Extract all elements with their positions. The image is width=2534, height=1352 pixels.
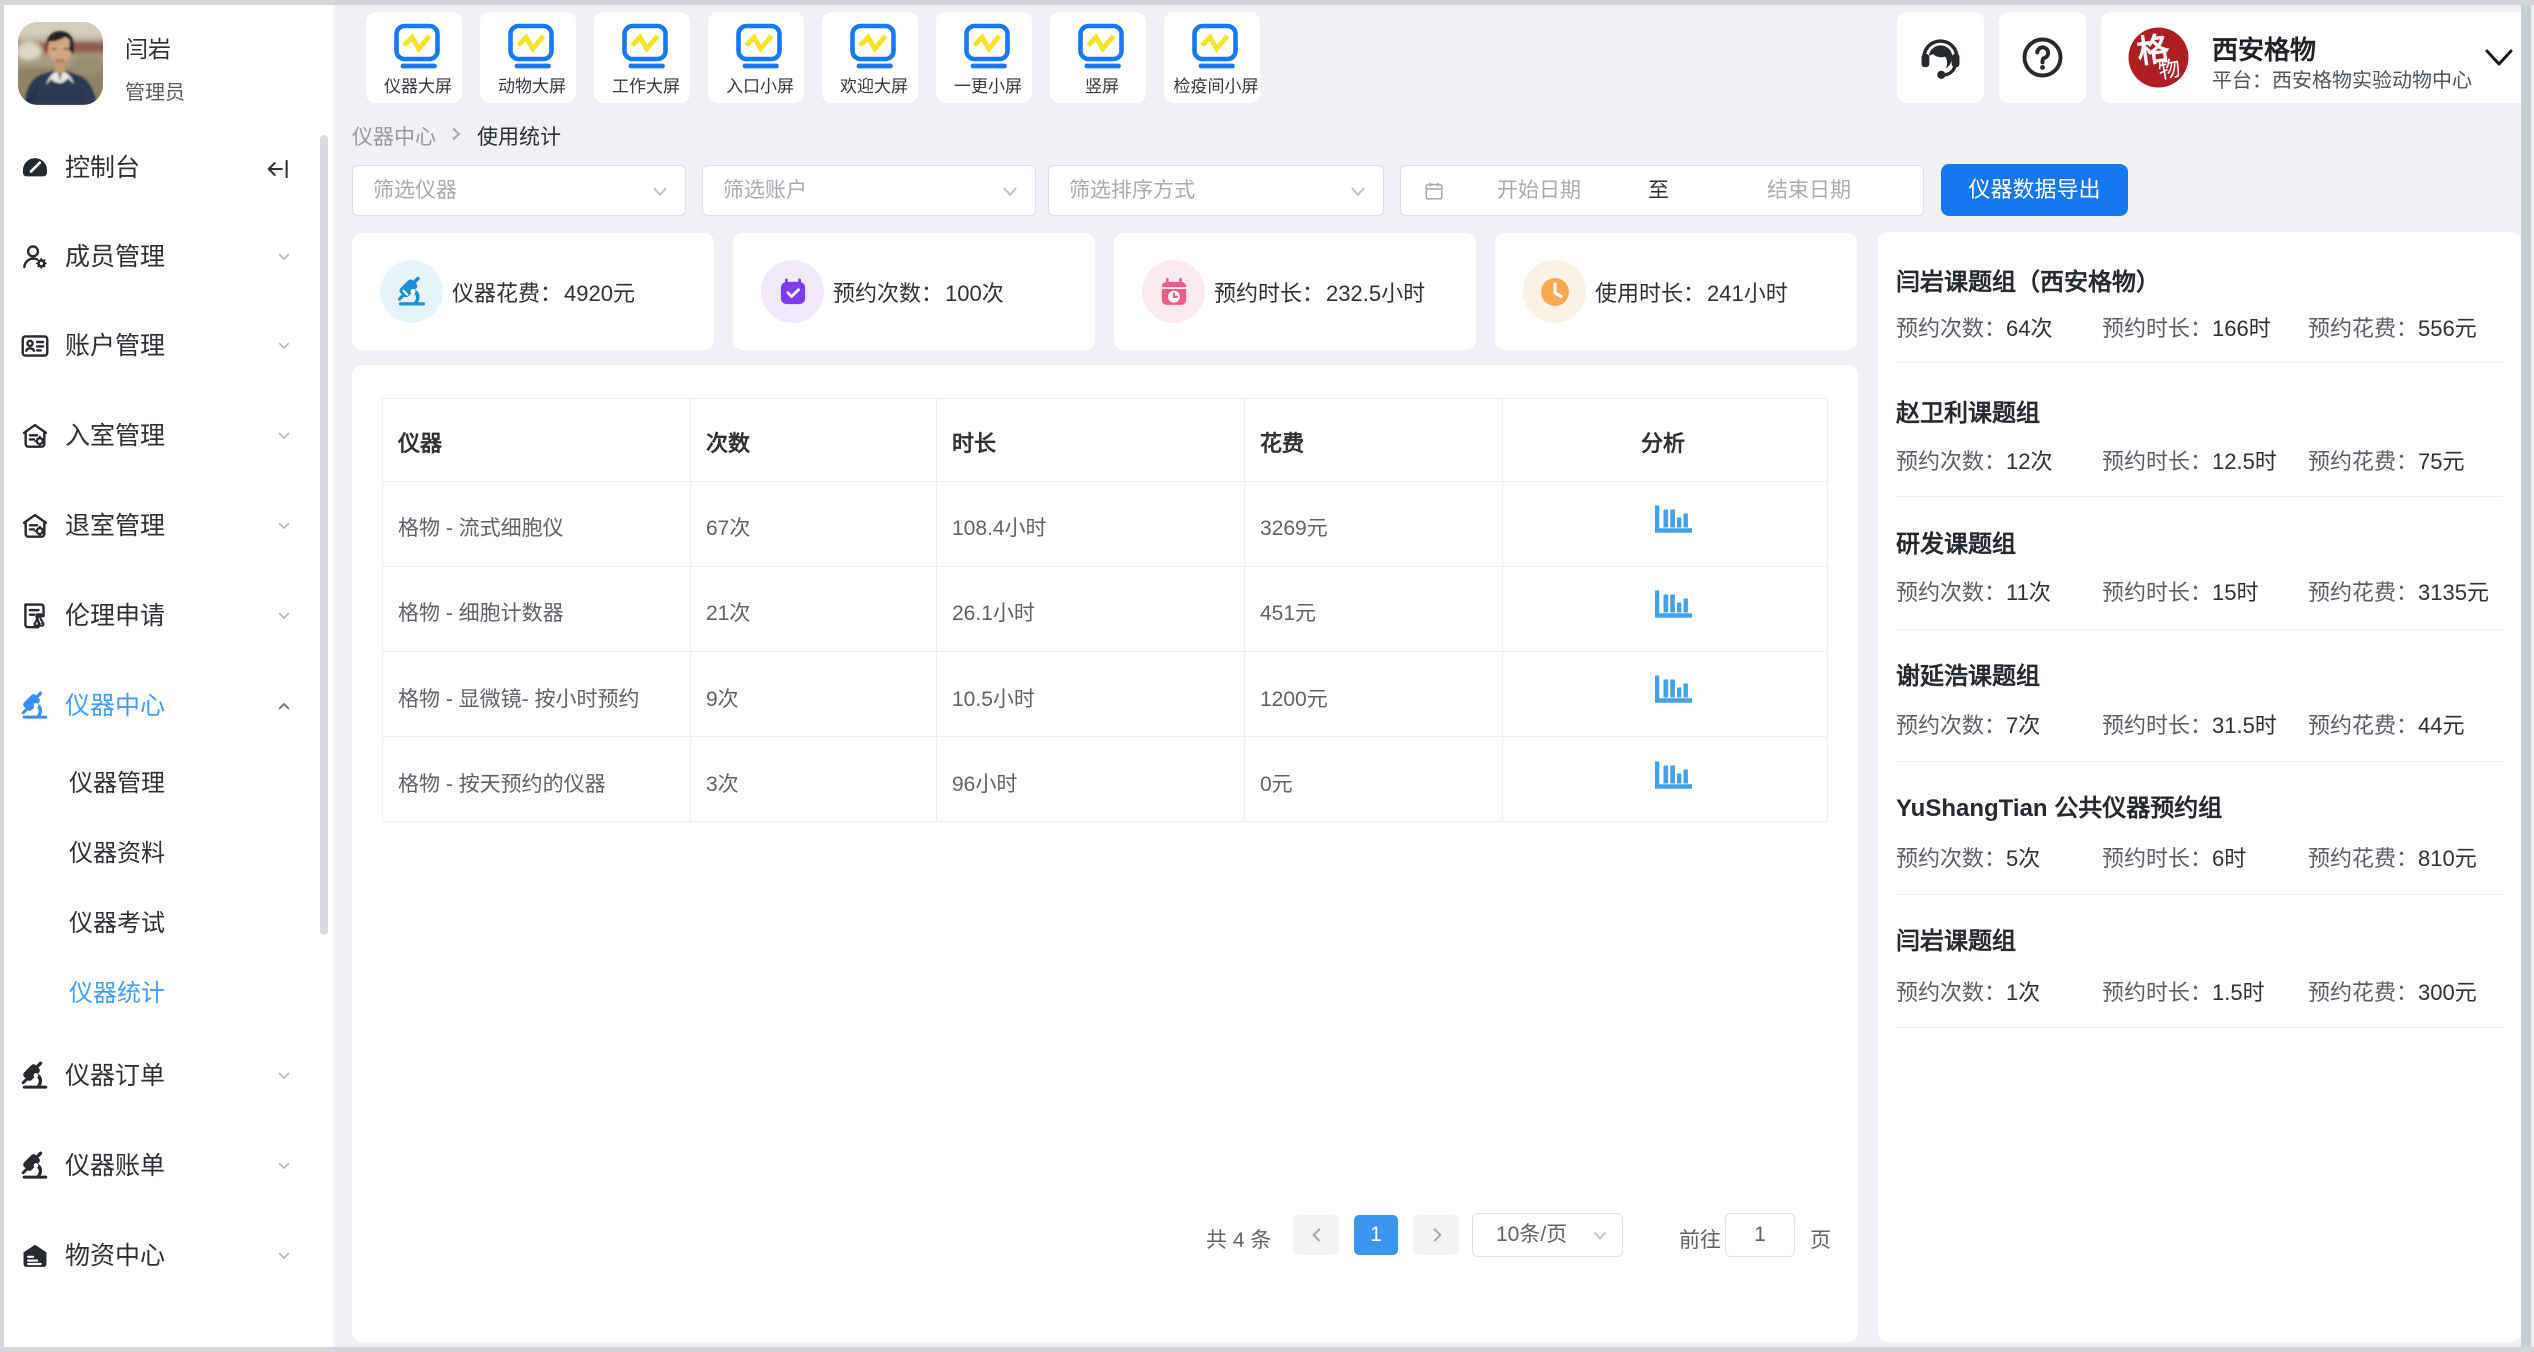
- svg-text:物: 物: [2156, 55, 2182, 83]
